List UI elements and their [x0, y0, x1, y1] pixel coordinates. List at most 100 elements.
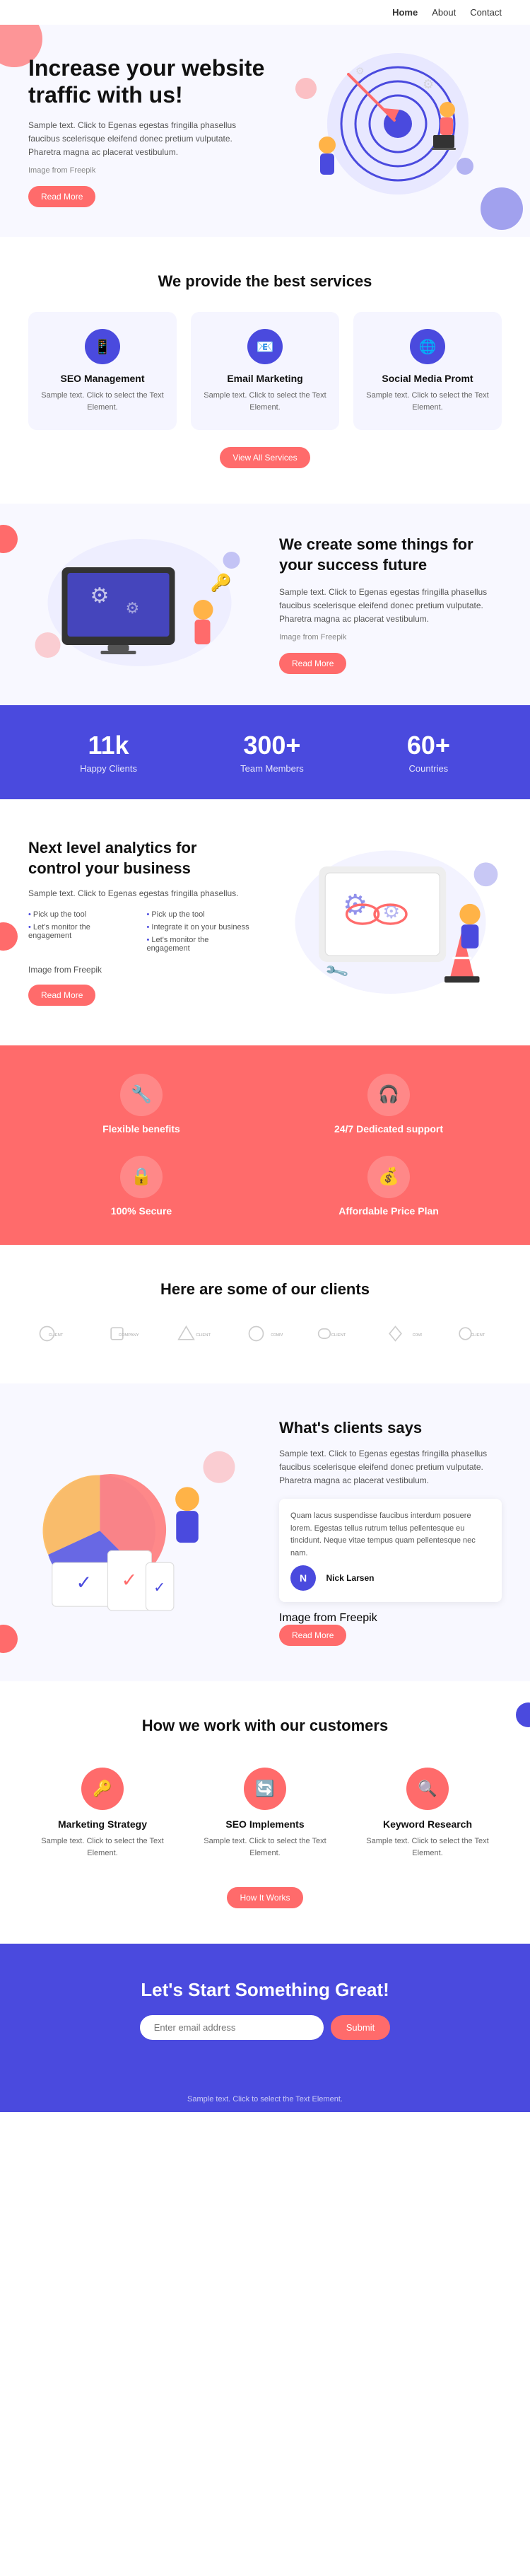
analytics-section: Next level analytics for control your bu…: [0, 799, 530, 1045]
social-body: Sample text. Click to select the Text El…: [365, 390, 490, 413]
view-all-wrapper: View All Services: [28, 447, 502, 468]
analytics-list-col1: Pick up the tool Let's monitor the engag…: [28, 908, 133, 955]
cta-email-input[interactable]: [140, 2015, 324, 2040]
marketing-icon: 🔑: [81, 1768, 124, 1810]
client-logo-1: CLIENT: [31, 1320, 81, 1348]
email-icon: 📧: [247, 329, 283, 364]
analytics-illustration: ⚙ ⚙ 🔧: [279, 835, 502, 1010]
testimonial-cta-button[interactable]: Read More: [279, 1625, 346, 1646]
svg-text:CLIENT: CLIENT: [331, 1333, 346, 1338]
support-icon: 🎧: [367, 1074, 410, 1116]
create-body: Sample text. Click to Egenas egestas fri…: [279, 586, 502, 627]
stat-countries: 60+ Countries: [407, 731, 450, 774]
quote-text: Quam lacus suspendisse faucibus interdum…: [290, 1510, 490, 1560]
author-name: Nick Larsen: [326, 1574, 374, 1584]
svg-text:COMPANY: COMPANY: [271, 1333, 283, 1338]
analytics-list-item: Let's monitor the engagement: [28, 921, 133, 942]
work-card-seo: 🔄 SEO Implements Sample text. Click to s…: [191, 1756, 339, 1870]
feature-support: 🎧 24/7 Dedicated support: [276, 1074, 502, 1135]
hero-illustration: ⚙ ⚙: [285, 53, 483, 209]
stat-clients-number: 11k: [80, 731, 137, 760]
work-grid: 🔑 Marketing Strategy Sample text. Click …: [28, 1756, 502, 1870]
analytics-cta-button[interactable]: Read More: [28, 985, 95, 1006]
client-logo-5: CLIENT: [310, 1320, 360, 1348]
cta-input-row: Submit: [28, 2015, 502, 2040]
service-card-social: 🌐 Social Media Promt Sample text. Click …: [353, 312, 502, 430]
email-body: Sample text. Click to select the Text El…: [202, 390, 328, 413]
stat-countries-label: Countries: [407, 763, 450, 774]
create-heading: We create some things for your success f…: [279, 535, 502, 575]
analytics-list-item: Let's monitor the engagement: [147, 934, 252, 955]
hero-image: ⚙ ⚙: [265, 53, 502, 209]
feature-secure: 🔒 100% Secure: [28, 1156, 254, 1217]
svg-text:CLIENT: CLIENT: [470, 1333, 485, 1338]
svg-text:✓: ✓: [153, 1580, 165, 1596]
stat-team-label: Team Members: [240, 763, 304, 774]
hero-cta-button[interactable]: Read More: [28, 186, 95, 207]
hero-blob-blue: [481, 187, 523, 230]
stat-team-number: 300+: [240, 731, 304, 760]
create-illustration: ⚙ ⚙ 🔑: [28, 532, 251, 673]
svg-text:CLIENT: CLIENT: [196, 1333, 211, 1338]
analytics-list-item: Pick up the tool: [147, 908, 252, 921]
svg-text:CLIENT: CLIENT: [49, 1333, 64, 1338]
how-it-works-btn-wrapper: How It Works: [28, 1887, 502, 1908]
testimonial-blob: [0, 1625, 18, 1653]
services-section: We provide the best services 📱 SEO Manag…: [0, 237, 530, 504]
create-text: We create some things for your success f…: [279, 535, 502, 673]
keyword-body: Sample text. Click to select the Text El…: [365, 1835, 490, 1859]
svg-text:🔑: 🔑: [211, 572, 232, 593]
svg-text:✓: ✓: [122, 1570, 138, 1591]
feature-flexible-label: Flexible benefits: [102, 1123, 180, 1135]
seo-implement-body: Sample text. Click to select the Text El…: [202, 1835, 328, 1859]
analytics-heading: Next level analytics for control your bu…: [28, 838, 251, 878]
create-section: ⚙ ⚙ 🔑 We create some things for your suc…: [0, 504, 530, 705]
analytics-list-item: Integrate it on your business: [147, 921, 252, 934]
analytics-image: ⚙ ⚙ 🔧: [279, 835, 502, 1010]
create-image: ⚙ ⚙ 🔑: [28, 532, 251, 677]
price-icon: 💰: [367, 1156, 410, 1198]
hero-body: Sample text. Click to Egenas egestas fri…: [28, 119, 265, 160]
clients-logos: CLIENT COMPANY CLIENT COMPANY CLIENT COM…: [28, 1320, 502, 1348]
service-card-email: 📧 Email Marketing Sample text. Click to …: [191, 312, 339, 430]
features-section: 🔧 Flexible benefits 🎧 24/7 Dedicated sup…: [0, 1045, 530, 1245]
create-cta-button[interactable]: Read More: [279, 653, 346, 674]
nav-about[interactable]: About: [432, 7, 456, 18]
how-it-works-button[interactable]: How It Works: [227, 1887, 302, 1908]
stats-section: 11k Happy Clients 300+ Team Members 60+ …: [0, 705, 530, 799]
analytics-list-item: Pick up the tool: [28, 908, 133, 921]
svg-text:✓: ✓: [76, 1572, 92, 1593]
services-heading: We provide the best services: [28, 272, 502, 291]
cta-submit-button[interactable]: Submit: [331, 2015, 390, 2040]
nav-home[interactable]: Home: [392, 7, 418, 18]
seo-implement-icon: 🔄: [244, 1768, 286, 1810]
analytics-list: Pick up the tool Let's monitor the engag…: [28, 908, 251, 955]
social-icon: 🌐: [410, 329, 445, 364]
stat-clients-label: Happy Clients: [80, 763, 137, 774]
seo-implement-title: SEO Implements: [202, 1818, 328, 1830]
feature-support-label: 24/7 Dedicated support: [334, 1123, 443, 1135]
analytics-body: Sample text. Click to Egenas egestas fri…: [28, 888, 251, 898]
svg-text:⚙: ⚙: [355, 65, 365, 76]
view-all-button[interactable]: View All Services: [220, 447, 310, 468]
marketing-title: Marketing Strategy: [40, 1818, 165, 1830]
hero-section: Increase your website traffic with us! S…: [0, 25, 530, 237]
social-title: Social Media Promt: [365, 373, 490, 384]
svg-text:COMPANY: COMPANY: [413, 1333, 422, 1338]
svg-text:⚙: ⚙: [126, 599, 140, 617]
analytics-image-credit: Image from Freepik: [28, 965, 251, 975]
work-card-keyword: 🔍 Keyword Research Sample text. Click to…: [353, 1756, 502, 1870]
nav-contact[interactable]: Contact: [470, 7, 502, 18]
analytics-list-col2: Pick up the tool Integrate it on your bu…: [147, 908, 252, 955]
feature-flexible: 🔧 Flexible benefits: [28, 1074, 254, 1135]
stat-countries-number: 60+: [407, 731, 450, 760]
seo-icon: 📱: [85, 329, 120, 364]
footer-text: Sample text. Click to select the Text El…: [28, 2095, 502, 2104]
analytics-blob: [0, 922, 18, 951]
clients-heading: Here are some of our clients: [28, 1280, 502, 1299]
quote-block: Quam lacus suspendisse faucibus interdum…: [279, 1499, 502, 1602]
feature-secure-label: 100% Secure: [111, 1205, 172, 1217]
svg-text:⚙: ⚙: [90, 584, 110, 608]
testimonial-illustration: ✓ ✓ ✓: [28, 1427, 251, 1635]
hero-heading: Increase your website traffic with us!: [28, 54, 265, 109]
